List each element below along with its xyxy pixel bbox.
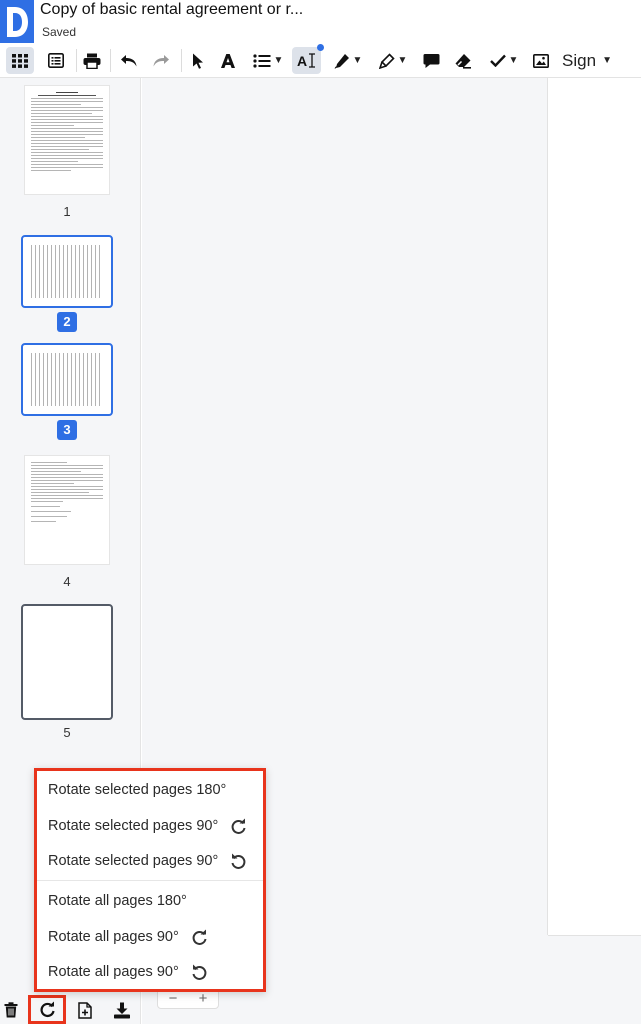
toolbar-divider <box>110 49 111 72</box>
page-actions-bar <box>0 995 141 1024</box>
page-number-2: 2 <box>57 312 77 332</box>
rotate-all-180-item[interactable]: Rotate all pages 180° <box>48 886 253 916</box>
checkmark-button[interactable]: ▼ <box>485 47 523 74</box>
sign-button[interactable]: Sign ▼ <box>560 47 614 74</box>
highlighter-icon <box>378 52 395 69</box>
rotate-pages-button[interactable] <box>28 995 66 1024</box>
erase-button[interactable] <box>451 47 475 74</box>
page-number-4: 4 <box>63 574 71 589</box>
eraser-icon <box>455 53 471 69</box>
grid-icon <box>12 53 28 68</box>
rotate-selected-90-ccw-item[interactable]: Rotate selected pages 90° <box>48 846 253 876</box>
zoom-out-button[interactable]: − <box>169 990 178 1007</box>
trash-icon <box>4 1002 18 1018</box>
chevron-down-icon: ▼ <box>602 54 612 66</box>
menu-item-label: Rotate all pages 90° <box>48 929 179 945</box>
document-title[interactable]: Copy of basic rental agreement or r... <box>40 0 303 20</box>
save-status: Saved <box>42 25 77 39</box>
delete-page-button[interactable] <box>0 998 23 1022</box>
rotate-clockwise-icon <box>40 1001 55 1018</box>
chevron-down-icon: ▼ <box>273 54 284 66</box>
page-thumbnail-1[interactable] <box>25 86 109 194</box>
print-button[interactable] <box>80 47 104 74</box>
rotate-clockwise-icon <box>230 818 247 835</box>
bulleted-list-icon <box>252 53 271 68</box>
zoom-in-button[interactable]: + <box>199 990 208 1007</box>
chevron-down-icon: ▼ <box>508 54 519 66</box>
toolbar-divider <box>181 49 182 72</box>
app-window: Copy of basic rental agreement or r... S… <box>0 0 641 1024</box>
insert-page-button[interactable] <box>73 998 97 1022</box>
text-cursor-icon <box>309 53 316 68</box>
chevron-down-icon: ▼ <box>397 54 408 66</box>
rotate-counterclockwise-icon <box>191 964 208 981</box>
redo-icon <box>153 54 169 66</box>
grid-view-button[interactable] <box>6 47 34 74</box>
rotate-all-90-cw-item[interactable]: Rotate all pages 90° <box>48 922 253 952</box>
page-number-1: 1 <box>63 204 71 219</box>
select-tool-button[interactable] <box>187 47 209 74</box>
rotate-menu: Rotate selected pages 180° Rotate select… <box>34 768 266 992</box>
header: Copy of basic rental agreement or r... S… <box>0 0 641 43</box>
cursor-icon <box>193 53 203 69</box>
redo-button[interactable] <box>149 47 173 74</box>
sign-label: Sign <box>562 50 597 70</box>
text-edit-button[interactable]: A <box>292 44 324 74</box>
document-page[interactable] <box>548 78 641 935</box>
page-thumbnail-4[interactable] <box>25 456 109 564</box>
rotate-selected-90-cw-item[interactable]: Rotate selected pages 90° <box>48 811 253 841</box>
rotate-all-90-ccw-item[interactable]: Rotate all pages 90° <box>48 957 253 987</box>
toolbar: ▼ A ▼ ▼ ▼ Sign ▼ <box>0 43 641 78</box>
page-number-5: 5 <box>63 725 71 740</box>
notification-dot <box>317 44 324 51</box>
list-icon <box>48 53 64 68</box>
chevron-down-icon: ▼ <box>352 54 363 66</box>
download-button[interactable] <box>110 998 134 1022</box>
page-number-3: 3 <box>57 420 77 440</box>
undo-button[interactable] <box>117 47 141 74</box>
logo-icon <box>7 7 28 37</box>
add-page-icon <box>78 1001 92 1019</box>
rotate-clockwise-icon <box>191 929 208 946</box>
menu-item-label: Rotate selected pages 90° <box>48 853 219 869</box>
app-logo[interactable] <box>0 0 34 43</box>
text-edit-label: A <box>296 52 308 69</box>
rotate-selected-180-item[interactable]: Rotate selected pages 180° <box>48 775 253 805</box>
image-icon <box>533 53 549 68</box>
toolbar-divider <box>76 49 77 72</box>
menu-divider <box>37 880 263 881</box>
page-thumbnail-3[interactable] <box>21 343 113 416</box>
add-text-button[interactable] <box>216 47 240 74</box>
comment-icon <box>423 53 439 68</box>
menu-item-label: Rotate selected pages 90° <box>48 818 219 834</box>
rotate-counterclockwise-icon <box>230 853 247 870</box>
download-icon <box>114 1002 130 1018</box>
pen-icon <box>334 53 349 69</box>
menu-item-label: Rotate all pages 90° <box>48 964 179 980</box>
check-icon <box>489 54 506 67</box>
page-thumbnail-2[interactable] <box>21 235 113 308</box>
list-view-button[interactable] <box>42 47 70 74</box>
undo-icon <box>121 54 137 66</box>
list-format-button[interactable]: ▼ <box>248 47 288 74</box>
draw-button[interactable]: ▼ <box>329 47 367 74</box>
text-icon <box>221 53 235 68</box>
page-thumbnail-5[interactable] <box>21 604 113 720</box>
image-button[interactable] <box>530 47 552 74</box>
menu-item-label: Rotate all pages 180° <box>48 893 187 909</box>
menu-item-label: Rotate selected pages 180° <box>48 782 227 798</box>
comment-button[interactable] <box>419 47 443 74</box>
printer-icon <box>83 53 101 69</box>
highlight-button[interactable]: ▼ <box>374 47 412 74</box>
